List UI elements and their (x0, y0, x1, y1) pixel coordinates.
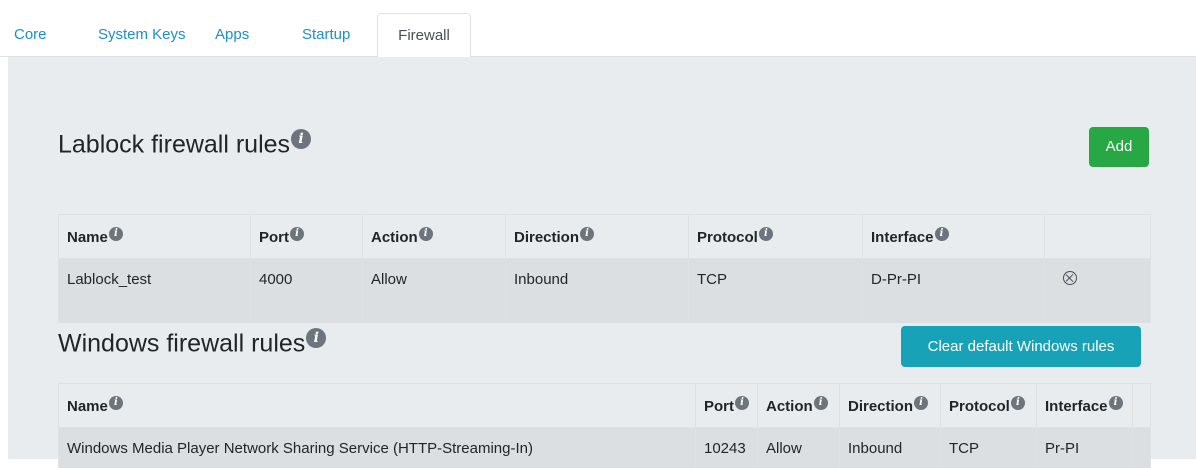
table-row: Windows Media Player Network Sharing Ser… (59, 428, 1151, 468)
info-icon[interactable]: i (580, 227, 594, 241)
info-icon[interactable]: i (290, 227, 304, 241)
info-icon[interactable]: i (419, 227, 433, 241)
info-icon[interactable]: i (1011, 396, 1025, 410)
column-header-action: Actioni (758, 384, 840, 428)
cell-port: 10243 (696, 428, 758, 468)
column-header-port: Porti (251, 215, 363, 259)
lablock-title-text: Lablock firewall rules (58, 130, 290, 158)
column-header-actions (1045, 215, 1151, 259)
table-row: Lablock_test 4000 Allow Inbound TCP D-Pr… (59, 259, 1151, 324)
add-rule-button[interactable]: Add (1089, 127, 1149, 167)
cell-name: Lablock_test (59, 259, 251, 324)
cell-direction: Inbound (506, 259, 689, 324)
cell-direction: Inbound (840, 428, 941, 468)
info-icon[interactable]: i (935, 227, 949, 241)
info-icon[interactable]: i (759, 227, 773, 241)
cell-protocol: TCP (689, 259, 863, 324)
tab-core[interactable]: Core (14, 13, 47, 57)
info-icon[interactable]: i (735, 396, 749, 410)
tab-system-keys[interactable]: System Keys (98, 13, 186, 57)
cell-port: 4000 (251, 259, 363, 324)
info-icon[interactable]: i (291, 129, 311, 149)
tab-firewall[interactable]: Firewall (377, 13, 471, 58)
table-header-row: Namei Porti Actioni Directioni Protocoli… (59, 384, 1151, 428)
info-icon[interactable]: i (814, 396, 828, 410)
tab-apps[interactable]: Apps (215, 13, 249, 57)
info-icon[interactable]: i (1109, 396, 1123, 410)
windows-section-title: Windows firewall rulesi (58, 328, 326, 358)
cell-remove (1045, 259, 1151, 324)
column-header-interface: Interfacei (863, 215, 1045, 259)
column-header-protocol: Protocoli (689, 215, 863, 259)
cell-interface: D-Pr-PI (863, 259, 1045, 324)
cell-interface: Pr-PI (1037, 428, 1133, 468)
remove-circle-icon[interactable] (1063, 271, 1077, 285)
lablock-rules-table: Namei Porti Actioni Directioni Protocoli… (58, 214, 1151, 323)
windows-rules-table: Namei Porti Actioni Directioni Protocoli… (58, 383, 1151, 468)
tab-bar: Core System Keys Apps Startup Firewall (0, 0, 1196, 57)
info-icon[interactable]: i (306, 328, 326, 348)
cell-name: Windows Media Player Network Sharing Ser… (59, 428, 696, 468)
info-icon[interactable]: i (109, 227, 123, 241)
column-header-action: Actioni (363, 215, 506, 259)
cell-action: Allow (363, 259, 506, 324)
column-header-name: Namei (59, 384, 696, 428)
column-header-name: Namei (59, 215, 251, 259)
windows-title-text: Windows firewall rules (58, 329, 305, 357)
cell-protocol: TCP (941, 428, 1037, 468)
column-header-direction: Directioni (840, 384, 941, 428)
column-header-actions (1133, 384, 1151, 428)
clear-default-windows-rules-button[interactable]: Clear default Windows rules (901, 326, 1141, 367)
info-icon[interactable]: i (109, 396, 123, 410)
info-icon[interactable]: i (914, 396, 928, 410)
cell-action: Allow (758, 428, 840, 468)
column-header-protocol: Protocoli (941, 384, 1037, 428)
firewall-panel: Lablock firewall rulesi Add Namei Porti … (8, 57, 1196, 459)
column-header-direction: Directioni (506, 215, 689, 259)
table-header-row: Namei Porti Actioni Directioni Protocoli… (59, 215, 1151, 259)
lablock-section-title: Lablock firewall rulesi (58, 129, 311, 159)
column-header-port: Porti (696, 384, 758, 428)
column-header-interface: Interfacei (1037, 384, 1133, 428)
cell-remove (1133, 428, 1151, 468)
tab-startup[interactable]: Startup (302, 13, 350, 57)
